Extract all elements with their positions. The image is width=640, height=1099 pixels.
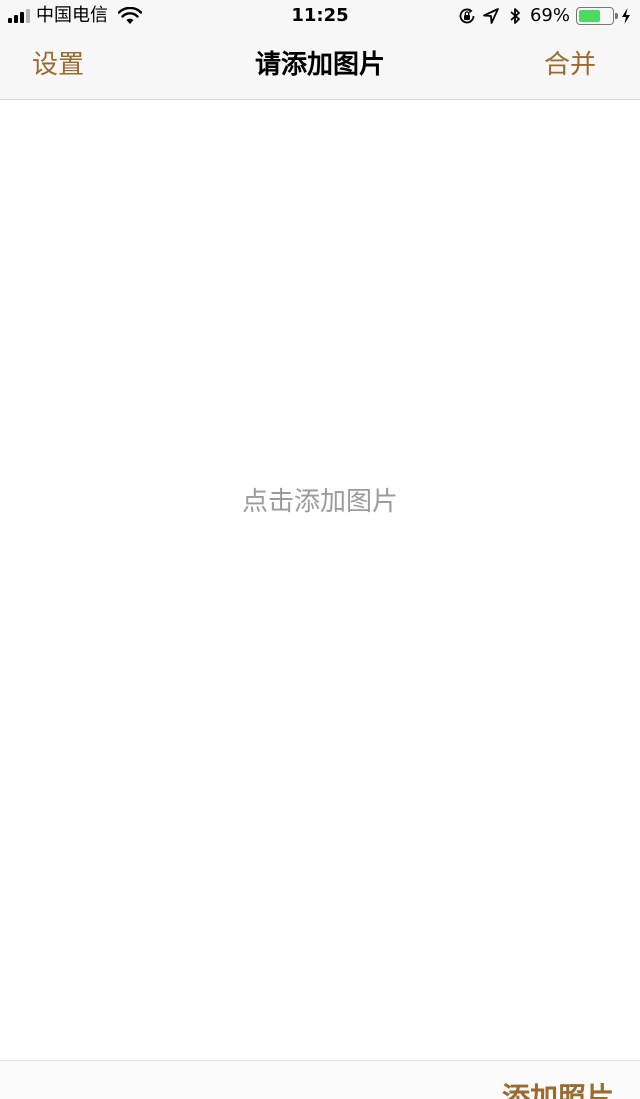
location-arrow-icon <box>483 8 499 24</box>
rotation-lock-icon <box>459 8 475 24</box>
status-right: 69% <box>458 6 632 26</box>
battery-icon <box>576 7 618 25</box>
merge-button[interactable]: 合并 <box>544 32 596 99</box>
battery-cap <box>615 13 618 19</box>
app-screen: 中国电信 11:25 69% 设置 请添加图片 合并 点击添加图片 添加照片 <box>0 0 640 1099</box>
charging-bolt-icon <box>622 8 630 24</box>
add-photo-button[interactable]: 添加照片 <box>502 1081 614 1099</box>
battery-level-fill <box>579 10 600 22</box>
image-drop-area[interactable]: 点击添加图片 <box>0 100 640 1060</box>
add-image-placeholder[interactable]: 点击添加图片 <box>0 484 640 520</box>
bottom-toolbar: 添加照片 <box>0 1060 640 1099</box>
status-bar: 中国电信 11:25 69% <box>0 0 640 32</box>
navigation-bar: 设置 请添加图片 合并 <box>0 32 640 100</box>
bluetooth-icon <box>510 8 520 24</box>
battery-percent: 69% <box>529 5 570 26</box>
